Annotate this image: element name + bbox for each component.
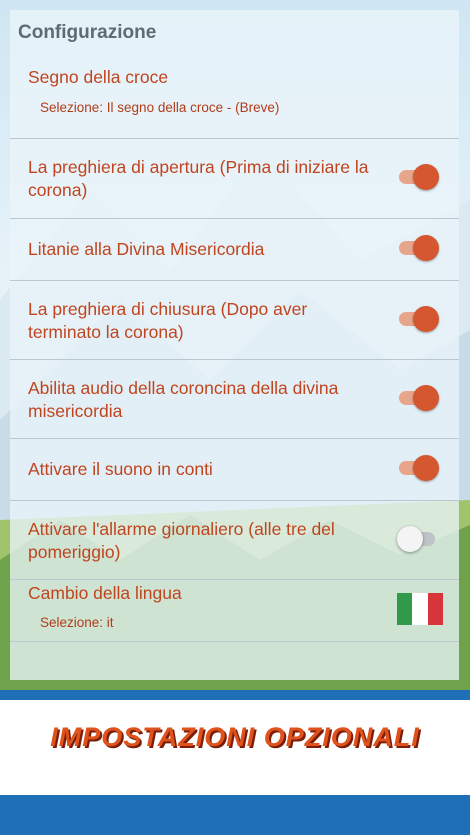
italy-flag-icon[interactable] xyxy=(397,593,443,625)
toggle-row-audio[interactable]: Abilita audio della coroncina della divi… xyxy=(10,359,459,439)
toggle-row-daily-alarm[interactable]: Attivare l'allarme giornaliero (alle tre… xyxy=(10,500,459,580)
banner-title: IMPOSTAZIONI OPZIONALI xyxy=(50,722,420,752)
toggle-label: Litanie alla Divina Misericordia xyxy=(28,239,265,259)
toggle-label: Attivare il suono in conti xyxy=(28,459,213,479)
toggle-row-opening-prayer[interactable]: La preghiera di apertura (Prima di inizi… xyxy=(10,138,459,219)
settings-panel: Configurazione Segno della croce Selezio… xyxy=(10,10,459,680)
count-sound-switch[interactable] xyxy=(399,455,439,481)
toggle-label: Abilita audio della coroncina della divi… xyxy=(28,378,339,421)
daily-alarm-switch[interactable] xyxy=(397,526,437,552)
language-row[interactable]: Cambio della lingua Selezione: it xyxy=(10,579,459,642)
litanies-switch[interactable] xyxy=(399,235,439,261)
language-selection: Selezione: it xyxy=(40,615,114,630)
language-label: Cambio della lingua xyxy=(28,583,182,603)
toggle-label: Attivare l'allarme giornaliero (alle tre… xyxy=(28,519,335,562)
toggle-row-closing-prayer[interactable]: La preghiera di chiusura (Dopo aver term… xyxy=(10,280,459,360)
opening-prayer-switch[interactable] xyxy=(399,164,439,190)
closing-prayer-switch[interactable] xyxy=(399,306,439,332)
sign-of-cross-label: Segno della croce xyxy=(28,67,169,87)
toggle-row-litanies[interactable]: Litanie alla Divina Misericordia xyxy=(10,218,459,281)
toggle-label: La preghiera di apertura (Prima di inizi… xyxy=(28,157,369,200)
sign-of-cross-selection: Selezione: Il segno della croce - (Breve… xyxy=(40,100,280,115)
toggle-row-count-sound[interactable]: Attivare il suono in conti xyxy=(10,438,459,501)
audio-switch[interactable] xyxy=(399,385,439,411)
toggle-label: La preghiera di chiusura (Dopo aver term… xyxy=(28,299,308,342)
sign-of-cross-row[interactable]: Segno della croce Selezione: Il segno de… xyxy=(10,60,459,139)
page-title: Configurazione xyxy=(18,22,157,43)
